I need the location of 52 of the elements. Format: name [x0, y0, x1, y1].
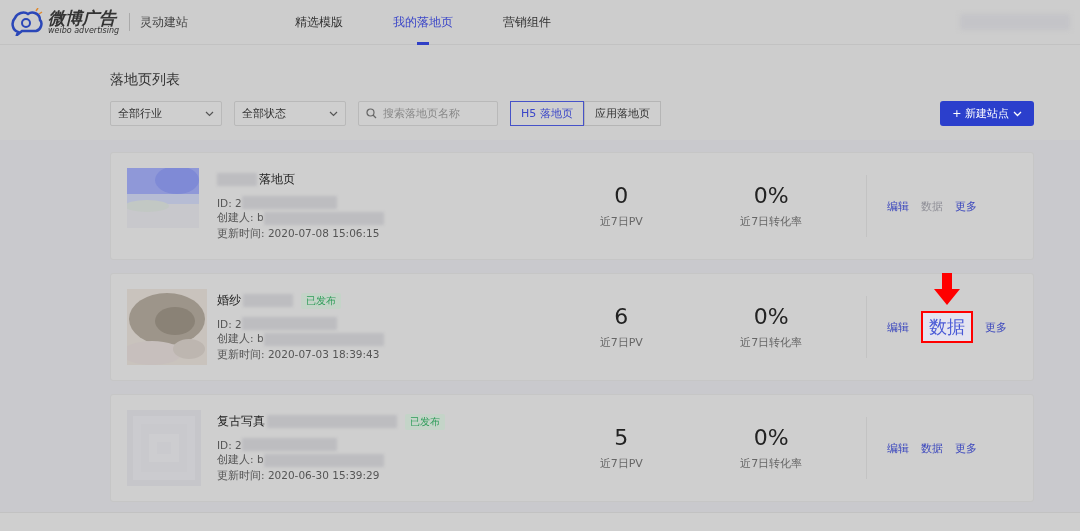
segment-tab[interactable]: 应用落地页	[583, 101, 661, 126]
creator-text: 创建人: b	[217, 453, 264, 467]
action-link[interactable]: 编辑	[887, 198, 910, 214]
pv-value: 0	[614, 183, 629, 208]
rate-value: 0%	[753, 183, 789, 208]
new-site-button[interactable]: + 新建站点	[940, 101, 1034, 126]
pv-label: 近7日PV	[599, 214, 643, 229]
pv-label: 近7日PV	[599, 335, 643, 350]
logo-icon	[10, 8, 44, 36]
chevron-down-icon	[205, 110, 214, 117]
action-link[interactable]: 数据	[921, 440, 944, 456]
action-link[interactable]: 更多	[955, 198, 978, 214]
updated-time: 更新时间: 2020-07-08 15:06:15	[217, 227, 381, 241]
search-field[interactable]: 搜索落地页名称	[358, 101, 498, 126]
segment-tab[interactable]: H5 落地页	[510, 101, 584, 126]
search-icon	[366, 108, 377, 119]
creator-text: 创建人: b	[217, 332, 264, 346]
action-link[interactable]: 编辑	[887, 440, 910, 456]
status-badge: 已发布	[301, 292, 341, 309]
action-link[interactable]: 更多	[985, 319, 1008, 335]
pv-value: 5	[614, 425, 629, 450]
page-id: ID: 2	[217, 196, 242, 209]
filter-dropdown[interactable]: 全部状态	[234, 101, 346, 126]
page-name: 婚纱	[217, 292, 241, 309]
nav-tab[interactable]: 营销组件	[478, 0, 577, 45]
caret-icon	[1013, 110, 1022, 117]
creator-text: 创建人: b	[217, 211, 264, 225]
page-title: 落地页列表	[110, 71, 181, 89]
rate-value: 0%	[753, 425, 789, 450]
rate-label: 近7日转化率	[740, 214, 803, 229]
rate-label: 近7日转化率	[740, 335, 803, 350]
updated-time: 更新时间: 2020-07-03 18:39:43	[217, 348, 381, 362]
page-name: 落地页	[259, 171, 295, 188]
status-badge: 已发布	[405, 413, 445, 430]
filter-dropdown[interactable]: 全部行业	[110, 101, 222, 126]
logo-subtitle: weibo advertising	[48, 26, 120, 35]
pointer-arrow-icon	[934, 273, 961, 305]
page-id: ID: 2	[217, 317, 242, 330]
action-link[interactable]: 编辑	[887, 319, 910, 335]
updated-time: 更新时间: 2020-06-30 15:39:29	[217, 469, 381, 483]
rate-label: 近7日转化率	[740, 456, 803, 471]
action-link[interactable]: 更多	[955, 440, 978, 456]
page-id: ID: 2	[217, 438, 242, 451]
pv-value: 6	[614, 304, 629, 329]
logo-title: 微博广告	[48, 9, 118, 27]
nav-tab[interactable]: 精选模版	[270, 0, 369, 45]
product-name: 灵动建站	[140, 13, 189, 31]
page-name: 复古写真	[217, 413, 265, 430]
pv-label: 近7日PV	[599, 456, 643, 471]
rate-value: 0%	[753, 304, 789, 329]
chevron-down-icon	[329, 110, 338, 117]
nav-tab[interactable]: 我的落地页	[368, 0, 479, 45]
